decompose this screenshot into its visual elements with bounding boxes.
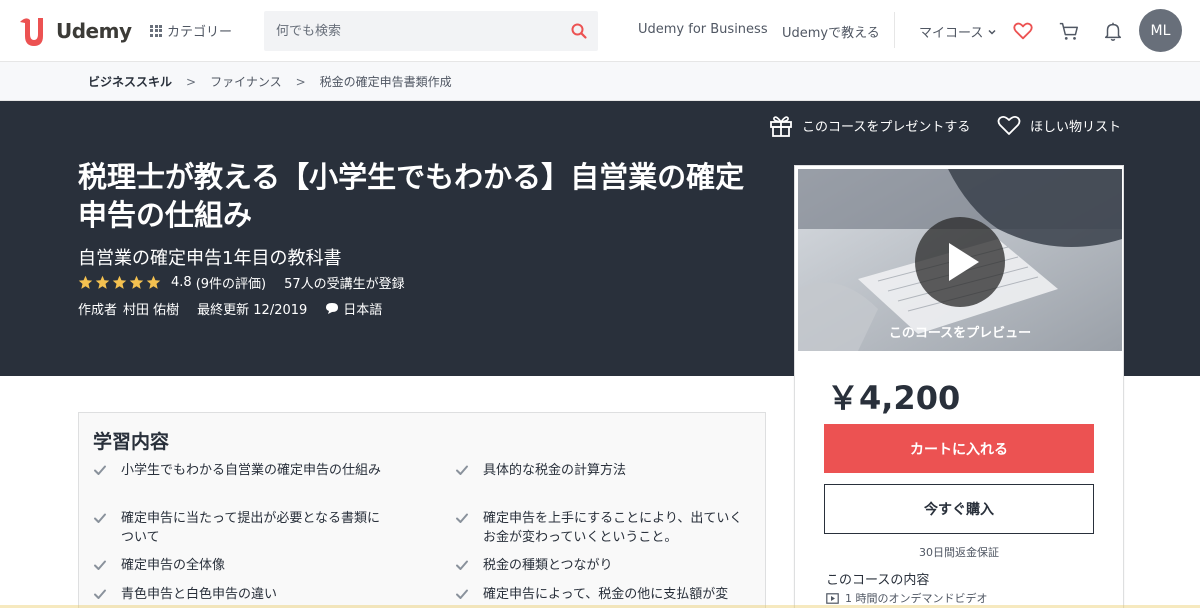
search-bar: [264, 11, 598, 51]
star-rating: [78, 275, 163, 290]
learn-item-text: 具体的な税金の計算方法: [483, 463, 627, 478]
gift-course-label: このコースをプレゼントする: [802, 119, 971, 135]
cart-icon[interactable]: [1058, 20, 1080, 42]
chevron-down-icon: [988, 29, 996, 35]
student-count: 57人の受講生が登録: [284, 277, 405, 292]
udemy-logo-icon: [20, 18, 43, 46]
money-back-guarantee: 30日間返金保証: [919, 546, 999, 559]
author-prefix: 作成者: [78, 303, 118, 318]
bell-icon[interactable]: [1102, 20, 1124, 42]
breadcrumb: ビジネススキル > ファイナンス > 税金の確定申告書類作成: [88, 73, 452, 90]
udemy-for-business-link[interactable]: Udemy for Business: [638, 22, 768, 37]
preview-label: このコースをプレビュー: [888, 326, 1032, 341]
udemy-logo[interactable]: Udemy: [16, 14, 132, 48]
course-price: ￥4,200: [827, 379, 961, 417]
learn-item: 確定申告を上手にすることにより、出ていくお金が変わっていくということ。: [455, 509, 748, 547]
rating-row: 4.8 (9件の評価) 57人の受講生が登録: [78, 273, 405, 292]
grid-icon: [150, 24, 162, 37]
course-title: 税理士が教える【小学生でもわかる】自営業の確定申告の仕組み: [78, 160, 745, 232]
wishlist-button[interactable]: ほしい物リスト: [996, 113, 1121, 137]
buy-now-button[interactable]: 今すぐ購入: [824, 484, 1094, 534]
star-icon: [95, 275, 110, 289]
my-courses-label: マイコース: [919, 26, 984, 41]
wishlist-label: ほしい物リスト: [1030, 119, 1122, 135]
learn-item: 確定申告によって、税金の他に支払額が変: [455, 585, 748, 604]
course-meta-row: 作成者 村田 佑樹 最終更新 12/2019 日本語: [78, 299, 382, 318]
last-updated: 最終更新 12/2019: [197, 303, 308, 318]
includes-item-label: 1 時間のオンデマンドビデオ: [845, 592, 988, 605]
check-icon: [456, 589, 468, 599]
includes-title: このコースの内容: [826, 573, 930, 588]
check-icon: [456, 513, 468, 523]
course-language: 日本語: [343, 303, 383, 318]
rating-value: 4.8: [171, 275, 192, 290]
course-subtitle: 自営業の確定申告1年目の教科書: [78, 248, 342, 269]
add-to-cart-button[interactable]: カートに入れる: [824, 424, 1094, 473]
learn-item: 確定申告に当たって提出が必要となる書類について: [93, 509, 386, 547]
top-navbar: Udemy カテゴリー Udemy for Business Udemyで教える…: [0, 0, 1200, 62]
breadcrumb-item[interactable]: 税金の確定申告書類作成: [320, 73, 452, 90]
learn-title: 学習内容: [93, 431, 170, 453]
learn-item-text: 小学生でもわかる自営業の確定申告の仕組み: [121, 463, 382, 478]
breadcrumb-separator: >: [186, 74, 197, 89]
learn-item: 青色申告と白色申告の違い: [93, 585, 386, 604]
check-icon: [94, 560, 106, 570]
learn-item: 具体的な税金の計算方法: [455, 461, 748, 480]
speech-bubble-icon: [326, 303, 339, 314]
search-input[interactable]: [264, 11, 554, 51]
check-icon: [94, 589, 106, 599]
check-icon: [456, 465, 468, 475]
star-icon: [78, 275, 93, 289]
user-avatar[interactable]: ML: [1139, 9, 1182, 52]
learn-item-text: 確定申告によって、税金の他に支払額が変: [483, 587, 729, 602]
heart-icon[interactable]: [1012, 20, 1034, 42]
play-icon: [949, 243, 979, 281]
logo-text: Udemy: [56, 19, 132, 43]
includes-item: 1 時間のオンデマンドビデオ: [826, 590, 988, 606]
categories-menu[interactable]: カテゴリー: [150, 21, 232, 40]
check-icon: [94, 513, 106, 523]
search-icon[interactable]: [570, 22, 588, 40]
learn-item-text: 確定申告を上手にすることにより、出ていくお金が変わっていくということ。: [483, 511, 743, 545]
author-name[interactable]: 村田 佑樹: [123, 299, 179, 318]
gift-icon: [770, 116, 792, 137]
video-icon: [826, 592, 839, 604]
star-icon: [129, 275, 144, 289]
learn-item: 小学生でもわかる自営業の確定申告の仕組み: [93, 461, 386, 480]
breadcrumb-item[interactable]: ファイナンス: [210, 73, 282, 90]
breadcrumb-item[interactable]: ビジネススキル: [88, 73, 172, 90]
learn-item-text: 確定申告に当たって提出が必要となる書類について: [121, 511, 380, 545]
check-icon: [94, 465, 106, 475]
heart-outline-icon: [997, 115, 1021, 135]
purchase-card: このコースをプレビュー ￥4,200 カートに入れる 今すぐ購入 30日間返金保…: [794, 165, 1124, 608]
play-button[interactable]: [915, 217, 1005, 307]
learn-item: 確定申告の全体像: [93, 556, 386, 575]
learn-item-text: 税金の種類とつながり: [483, 558, 613, 573]
rating-count[interactable]: (9件の評価): [196, 273, 266, 292]
check-icon: [456, 560, 468, 570]
breadcrumb-bar: ビジネススキル > ファイナンス > 税金の確定申告書類作成: [0, 62, 1200, 101]
breadcrumb-separator: >: [295, 74, 306, 89]
what-you-will-learn: 学習内容 小学生でもわかる自営業の確定申告の仕組み 具体的な税金の計算方法確定申告…: [78, 412, 766, 608]
learn-item-text: 青色申告と白色申告の違い: [121, 587, 278, 602]
gift-course-button[interactable]: このコースをプレゼントする: [768, 113, 970, 137]
course-preview-video[interactable]: このコースをプレビュー: [798, 169, 1122, 351]
learn-item-text: 確定申告の全体像: [121, 558, 226, 573]
star-icon: [146, 275, 161, 289]
categories-label: カテゴリー: [167, 25, 233, 40]
nav-divider: [894, 12, 895, 48]
my-courses-menu[interactable]: マイコース: [919, 22, 997, 41]
learn-item: 税金の種類とつながり: [455, 556, 748, 575]
star-icon: [112, 275, 127, 289]
teach-on-udemy-link[interactable]: Udemyで教える: [782, 22, 880, 41]
